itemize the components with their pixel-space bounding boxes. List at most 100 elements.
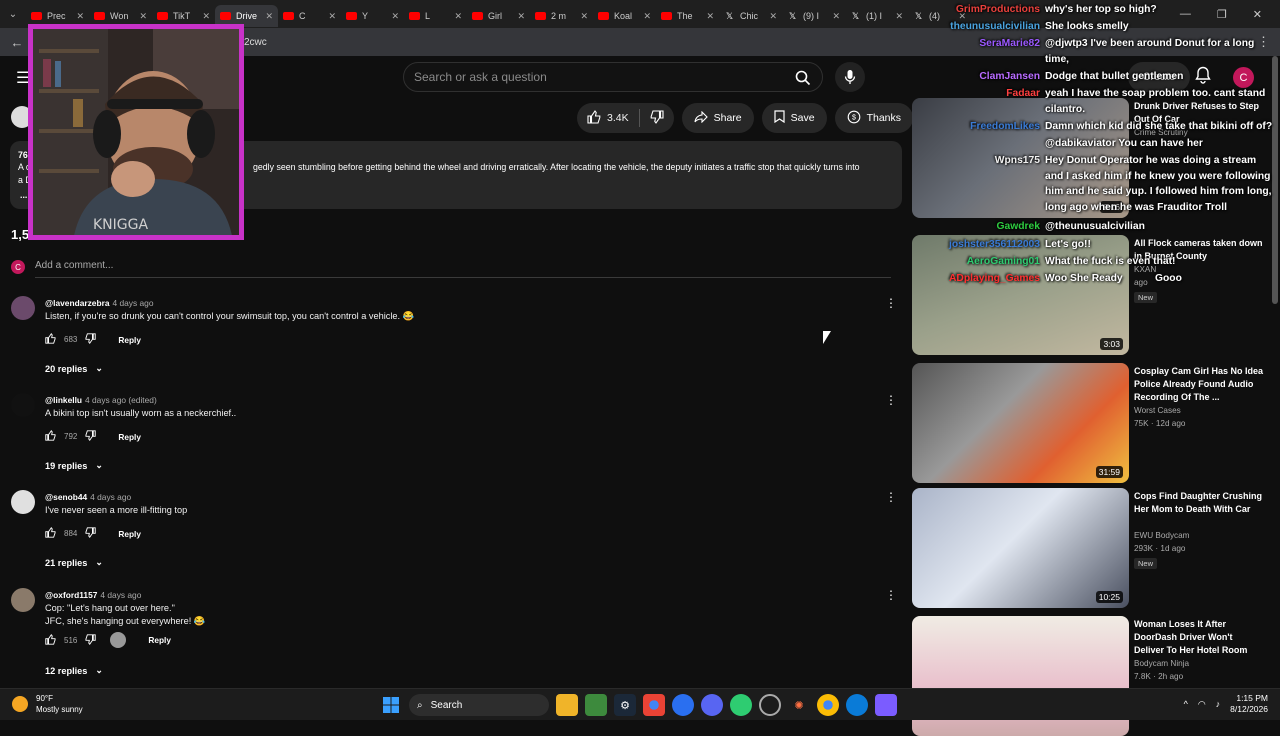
browser-tab[interactable]: 𝕏 (1) I ✕ bbox=[845, 5, 908, 27]
weather-widget[interactable]: 90°F Mostly sunny bbox=[12, 693, 83, 715]
tab-close-icon[interactable]: ✕ bbox=[265, 11, 273, 22]
replies-toggle[interactable]: 12 replies ⌄ bbox=[45, 665, 103, 676]
comment-menu-icon[interactable]: ⋮ bbox=[885, 490, 897, 504]
clock[interactable]: 1:15 PM 8/12/2026 bbox=[1230, 693, 1268, 715]
thumbs-down-icon[interactable] bbox=[85, 430, 97, 443]
thumbs-up-icon[interactable] bbox=[45, 332, 56, 346]
comment-author[interactable]: @senob44 bbox=[45, 492, 87, 502]
blue-app-icon[interactable] bbox=[672, 694, 694, 716]
related-video[interactable]: 3:03 All Flock cameras taken down in Burn… bbox=[912, 235, 1272, 355]
video-thumbnail[interactable]: 3:03 bbox=[912, 235, 1129, 355]
menu-icon[interactable]: ☰ bbox=[16, 68, 30, 88]
tab-search-icon[interactable]: ⌄ bbox=[0, 0, 26, 28]
discord-icon[interactable] bbox=[701, 694, 723, 716]
tab-close-icon[interactable]: ✕ bbox=[76, 11, 84, 22]
video-title[interactable]: Woman Loses It After DoorDash Driver Won… bbox=[1134, 618, 1264, 657]
browser-tab[interactable]: Y ✕ bbox=[341, 5, 404, 27]
windows-start-icon[interactable] bbox=[380, 694, 402, 716]
dislike-button[interactable] bbox=[640, 103, 674, 133]
comment-author[interactable]: @oxford1157 bbox=[45, 590, 97, 600]
browser-tab[interactable]: Drive ✕ bbox=[215, 5, 278, 27]
file-explorer-icon[interactable] bbox=[556, 694, 578, 716]
taskbar-search[interactable]: ⌕ Search bbox=[409, 694, 549, 716]
tab-close-icon[interactable]: ✕ bbox=[454, 11, 462, 22]
comment-author[interactable]: @linkellu bbox=[45, 395, 82, 405]
browser-tab[interactable]: 𝕏 Chic ✕ bbox=[719, 5, 782, 27]
browser-tab[interactable]: Koal ✕ bbox=[593, 5, 656, 27]
replies-toggle[interactable]: 20 replies ⌄ bbox=[45, 363, 103, 374]
url-field[interactable]: 2cwc bbox=[244, 37, 267, 48]
video-channel[interactable]: Bodycam Ninja bbox=[1134, 659, 1189, 668]
search-icon[interactable] bbox=[792, 67, 814, 89]
spark-icon[interactable]: ✺ bbox=[788, 694, 810, 716]
browser-tab[interactable]: TikT ✕ bbox=[152, 5, 215, 27]
reply-button[interactable]: Reply bbox=[118, 529, 141, 539]
browser-tab[interactable]: Won ✕ bbox=[89, 5, 152, 27]
green-app-icon[interactable] bbox=[585, 694, 607, 716]
reply-button[interactable]: Reply bbox=[118, 335, 141, 345]
thanks-button[interactable]: $ Thanks bbox=[834, 103, 914, 133]
volume-icon[interactable]: ♪ bbox=[1216, 699, 1221, 709]
video-channel[interactable]: Worst Cases bbox=[1134, 406, 1181, 415]
video-thumbnail[interactable]: 31:59 bbox=[912, 363, 1129, 483]
back-icon[interactable]: ← bbox=[0, 35, 34, 50]
video-thumbnail[interactable]: 10:25 bbox=[912, 488, 1129, 608]
tab-close-icon[interactable]: ✕ bbox=[517, 11, 525, 22]
comment-menu-icon[interactable]: ⋮ bbox=[885, 296, 897, 310]
green-circle-icon[interactable] bbox=[730, 694, 752, 716]
wifi-icon[interactable]: ◠ bbox=[1198, 699, 1206, 710]
tray-chevron-icon[interactable]: ^ bbox=[1184, 699, 1188, 709]
tab-close-icon[interactable]: ✕ bbox=[643, 11, 651, 22]
video-title[interactable]: Cosplay Cam Girl Has No Idea Police Alre… bbox=[1134, 365, 1264, 404]
comment-menu-icon[interactable]: ⋮ bbox=[885, 588, 897, 602]
save-button[interactable]: Save bbox=[761, 103, 827, 133]
obs-icon[interactable] bbox=[759, 694, 781, 716]
video-channel[interactable]: EWU Bodycam bbox=[1134, 531, 1190, 540]
tab-close-icon[interactable]: ✕ bbox=[202, 11, 210, 22]
tab-close-icon[interactable]: ✕ bbox=[328, 11, 336, 22]
browser-tab[interactable]: L ✕ bbox=[404, 5, 467, 27]
browser-tab[interactable]: 2 m ✕ bbox=[530, 5, 593, 27]
add-comment-input[interactable]: Add a comment... bbox=[35, 260, 891, 278]
thumbs-up-icon[interactable] bbox=[45, 526, 56, 540]
related-video[interactable]: 10:25 Cops Find Daughter Crushing Her Mom… bbox=[912, 488, 1272, 608]
related-video[interactable]: 31:59 Cosplay Cam Girl Has No Idea Police… bbox=[912, 363, 1272, 483]
thumbs-down-icon[interactable] bbox=[85, 633, 97, 647]
like-button[interactable]: 3.4K bbox=[577, 103, 639, 133]
thumbs-up-icon[interactable] bbox=[45, 429, 56, 443]
video-title[interactable]: Cops Find Daughter Crushing Her Mom to D… bbox=[1134, 490, 1264, 516]
tab-close-icon[interactable]: ✕ bbox=[139, 11, 147, 22]
browser-tab[interactable]: C ✕ bbox=[278, 5, 341, 27]
description-more[interactable]: ... bbox=[20, 189, 27, 202]
tab-close-icon[interactable]: ✕ bbox=[832, 11, 840, 22]
replies-toggle[interactable]: 19 replies ⌄ bbox=[45, 460, 103, 471]
edge-icon[interactable] bbox=[846, 694, 868, 716]
tab-close-icon[interactable]: ✕ bbox=[706, 11, 714, 22]
tab-close-icon[interactable]: ✕ bbox=[895, 11, 903, 22]
browser-tab[interactable]: Girl ✕ bbox=[467, 5, 530, 27]
chrome-icon[interactable] bbox=[643, 694, 665, 716]
tab-close-icon[interactable]: ✕ bbox=[769, 11, 777, 22]
reply-button[interactable]: Reply bbox=[118, 432, 141, 442]
comment-avatar[interactable] bbox=[11, 588, 35, 612]
search-input[interactable]: Search or ask a question bbox=[403, 62, 823, 92]
browser-tab[interactable]: 𝕏 (9) I ✕ bbox=[782, 5, 845, 27]
thumbs-down-icon[interactable] bbox=[85, 333, 97, 346]
comment-menu-icon[interactable]: ⋮ bbox=[885, 393, 897, 407]
tab-close-icon[interactable]: ✕ bbox=[580, 11, 588, 22]
tab-close-icon[interactable]: ✕ bbox=[391, 11, 399, 22]
comment-author[interactable]: @lavendarzebra bbox=[45, 298, 110, 308]
reply-button[interactable]: Reply bbox=[148, 635, 171, 645]
chrome-active-icon[interactable] bbox=[817, 694, 839, 716]
thumbs-up-icon[interactable] bbox=[45, 633, 56, 647]
replies-toggle[interactable]: 21 replies ⌄ bbox=[45, 557, 103, 568]
browser-tab[interactable]: The ✕ bbox=[656, 5, 719, 27]
purple-app-icon[interactable] bbox=[875, 694, 897, 716]
steam-icon[interactable]: ⚙ bbox=[614, 694, 636, 716]
mic-icon[interactable] bbox=[835, 62, 865, 92]
thumbs-down-icon[interactable] bbox=[85, 527, 97, 540]
comment-avatar[interactable] bbox=[11, 393, 35, 417]
browser-tab[interactable]: Prec ✕ bbox=[26, 5, 89, 27]
comment-avatar[interactable] bbox=[11, 296, 35, 320]
share-button[interactable]: Share bbox=[681, 103, 754, 133]
